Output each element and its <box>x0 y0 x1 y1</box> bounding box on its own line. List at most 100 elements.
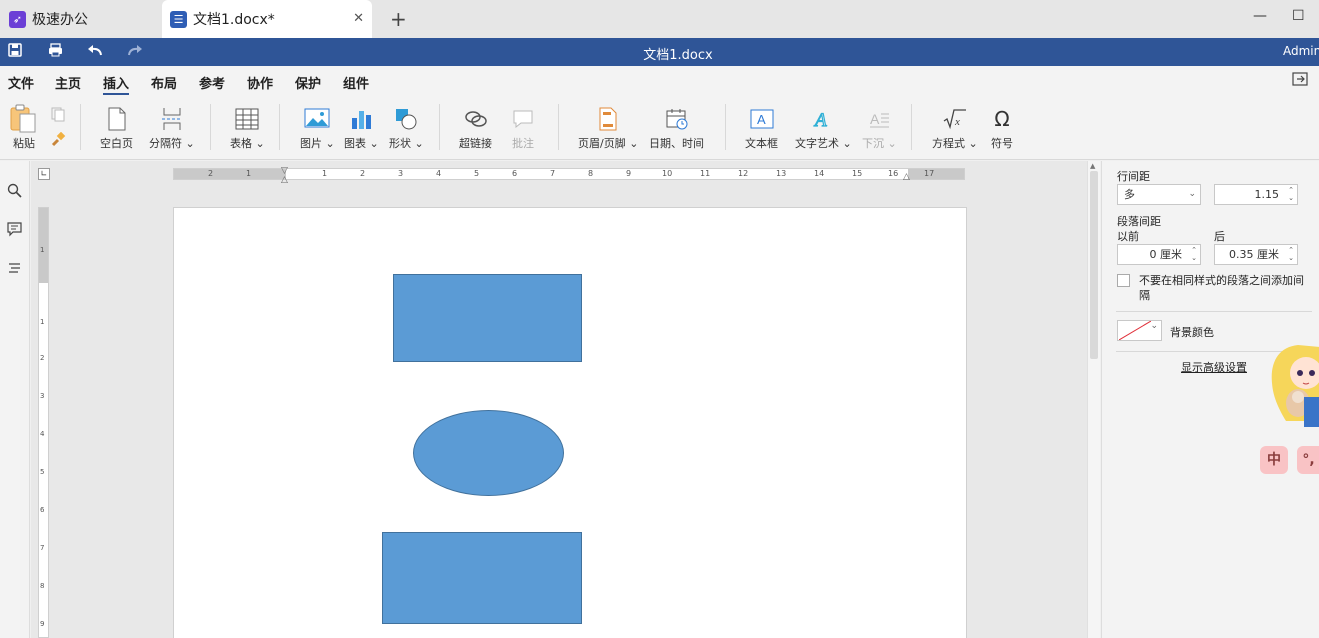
spinner-icon[interactable]: ⌃ ⌄ <box>1288 246 1294 262</box>
textbox-icon: A <box>750 106 774 132</box>
shape-button[interactable]: 形状 ⌄ <box>389 106 424 151</box>
line-spacing-value-input[interactable]: 1.15 ⌃ ⌄ <box>1214 184 1298 205</box>
separator-button[interactable]: 分隔符 ⌄ <box>149 106 195 151</box>
spinner-icon[interactable]: ⌃ ⌄ <box>1191 246 1197 262</box>
symbol-button[interactable]: Ω 符号 <box>991 106 1013 151</box>
separator-label: 分隔符 ⌄ <box>149 137 195 150</box>
ruler-number: 16 <box>888 169 899 178</box>
tab-document-label: 文档1.docx* <box>193 12 275 28</box>
left-sidebar <box>0 161 30 638</box>
comments-icon[interactable] <box>7 222 22 241</box>
image-icon <box>304 106 330 132</box>
menu-collaborate[interactable]: 协作 <box>247 73 273 92</box>
equation-icon: x <box>943 106 967 132</box>
shape-label: 形状 ⌄ <box>389 137 424 150</box>
tab-document[interactable]: ☰ 文档1.docx* ✕ <box>162 0 372 38</box>
toolbar-separator <box>80 104 81 150</box>
ruler-number: 2 <box>40 354 45 362</box>
equation-button[interactable]: x 方程式 ⌄ <box>932 106 978 151</box>
document-page[interactable] <box>173 207 967 638</box>
blank-page-button[interactable]: 空白页 <box>100 106 133 151</box>
ruler-number: 14 <box>814 169 825 178</box>
menu-plugins[interactable]: 组件 <box>343 73 369 92</box>
left-indent-marker[interactable]: △ <box>281 175 288 185</box>
equation-label: 方程式 ⌄ <box>932 137 978 150</box>
textbox-button[interactable]: A 文本框 <box>745 106 778 151</box>
toolbar-separator <box>558 104 559 150</box>
maximize-button[interactable]: ☐ <box>1292 8 1305 24</box>
line-spacing-mode-select[interactable]: 多 ⌄ <box>1117 184 1201 205</box>
new-tab-button[interactable]: + <box>390 7 407 31</box>
spacing-before-input[interactable]: 0 厘米 ⌃ ⌄ <box>1117 244 1201 265</box>
ruler-number: 2 <box>208 169 214 178</box>
menu-home[interactable]: 主页 <box>55 73 81 92</box>
toolbar-separator <box>439 104 440 150</box>
spacing-after-label: 后 <box>1214 230 1225 243</box>
omega-icon: Ω <box>994 107 1010 131</box>
minimize-button[interactable]: — <box>1253 8 1267 24</box>
ruler-number: 13 <box>776 169 787 178</box>
menu-insert[interactable]: 插入 <box>103 73 130 95</box>
chart-button[interactable]: 图表 ⌄ <box>344 106 379 151</box>
show-advanced-settings-link[interactable]: 显示高级设置 <box>1181 359 1247 375</box>
calendar-icon <box>665 106 689 132</box>
horizontal-ruler[interactable]: 2 1 1 2 3 4 5 6 7 8 9 10 11 12 13 14 15 … <box>173 166 965 185</box>
navigation-icon[interactable] <box>7 261 22 280</box>
user-name[interactable]: Adminis <box>1283 44 1319 58</box>
no-color-swatch-icon <box>1119 321 1151 340</box>
scrollbar-thumb[interactable] <box>1090 171 1098 359</box>
ruler-number: 6 <box>512 169 518 178</box>
ime-chinese-mode-button[interactable]: 中 <box>1260 446 1288 474</box>
no-space-same-style-checkbox[interactable] <box>1117 274 1130 287</box>
comment-button[interactable]: 批注 <box>512 106 534 151</box>
svg-text:A: A <box>870 111 880 127</box>
ime-punctuation-button[interactable]: °, <box>1297 446 1319 474</box>
textbox-label: 文本框 <box>745 137 778 150</box>
header-footer-button[interactable]: 页眉/页脚 ⌄ <box>578 106 638 151</box>
header-footer-icon <box>598 106 618 132</box>
copy-icon[interactable] <box>50 106 66 125</box>
blank-page-label: 空白页 <box>100 137 133 150</box>
vertical-ruler[interactable]: 1 1 2 3 4 5 6 7 8 9 <box>38 207 49 638</box>
ruler-number: 4 <box>436 169 442 178</box>
right-indent-marker[interactable]: △ <box>903 172 910 182</box>
textart-button[interactable]: A 文字艺术 ⌄ <box>795 106 852 151</box>
table-button[interactable]: 表格 ⌄ <box>230 106 265 151</box>
menu-references[interactable]: 参考 <box>199 73 225 92</box>
hyperlink-button[interactable]: 超链接 <box>459 106 492 151</box>
tab-stop-selector[interactable]: ∟ <box>38 168 50 180</box>
paragraph-spacing-label: 段落间距 <box>1117 215 1161 228</box>
menu-layout[interactable]: 布局 <box>151 73 177 92</box>
rectangle-shape[interactable] <box>382 532 582 624</box>
toolbar-separator <box>911 104 912 150</box>
menu-protect[interactable]: 保护 <box>295 73 321 92</box>
ellipse-shape[interactable] <box>413 410 564 496</box>
ruler-number: 5 <box>474 169 480 178</box>
rocket-icon: ➶ <box>9 10 26 28</box>
datetime-button[interactable]: 日期、时间 <box>649 106 704 151</box>
background-color-picker[interactable]: ⌄ <box>1117 320 1162 341</box>
ruler-number: 11 <box>700 169 711 178</box>
dropcap-button[interactable]: A 下沉 ⌄ <box>862 106 897 151</box>
link-icon <box>464 106 488 132</box>
toolbar-separator <box>279 104 280 150</box>
paste-icon <box>10 104 38 133</box>
tab-home[interactable]: ➶ 极速办公 <box>0 0 150 38</box>
search-icon[interactable] <box>7 183 22 202</box>
vertical-scrollbar[interactable]: ▲ <box>1087 161 1100 638</box>
paste-button[interactable]: 粘贴 <box>10 104 38 151</box>
close-tab-icon[interactable]: ✕ <box>353 11 364 26</box>
toolbar-separator <box>725 104 726 150</box>
scroll-up-icon[interactable]: ▲ <box>1090 162 1095 170</box>
format-painter-icon[interactable] <box>50 131 66 151</box>
ruler-number: 17 <box>924 169 935 178</box>
svg-text:x: x <box>954 116 960 128</box>
chart-label: 图表 ⌄ <box>344 137 379 150</box>
spacing-after-input[interactable]: 0.35 厘米 ⌃ ⌄ <box>1214 244 1298 265</box>
rectangle-shape[interactable] <box>393 274 582 362</box>
menu-file[interactable]: 文件 <box>8 73 34 92</box>
image-button[interactable]: 图片 ⌄ <box>300 106 335 151</box>
spinner-icon[interactable]: ⌃ ⌄ <box>1288 186 1294 202</box>
open-location-icon[interactable] <box>1292 72 1308 90</box>
ruler-number: 3 <box>40 392 45 400</box>
